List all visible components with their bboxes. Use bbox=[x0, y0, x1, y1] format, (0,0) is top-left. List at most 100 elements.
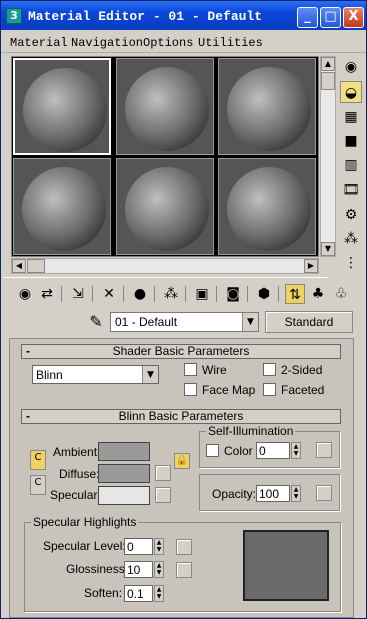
self-illumination-group: Self-Illumination Color 0 ▲ ▼ bbox=[199, 424, 340, 468]
make-copy-icon[interactable]: ● bbox=[130, 284, 150, 304]
horizontal-scrollbar[interactable]: ◀ ▶ bbox=[11, 258, 319, 274]
collapse-icon: - bbox=[26, 344, 30, 358]
highlight-curve-preview bbox=[243, 530, 329, 601]
soften-input[interactable]: 0.1 bbox=[124, 585, 153, 602]
self-illum-color-checkbox[interactable] bbox=[206, 444, 219, 457]
background-icon[interactable]: ▦ bbox=[340, 106, 362, 128]
spinner-icon[interactable]: ▲ ▼ bbox=[291, 442, 301, 459]
put-to-scene-icon[interactable]: ⇄ bbox=[37, 284, 57, 304]
reset-icon[interactable]: ✕ bbox=[99, 284, 119, 304]
blinn-rollout-header[interactable]: - Blinn Basic Parameters bbox=[21, 409, 341, 424]
divider bbox=[247, 286, 248, 302]
make-preview-icon[interactable]: 🎞 bbox=[340, 179, 362, 201]
menu-material[interactable]: Material bbox=[10, 36, 68, 50]
ambient-diffuse-lock-icon[interactable]: C bbox=[30, 450, 46, 470]
spinner-icon[interactable]: ▲ ▼ bbox=[154, 585, 164, 602]
shader-select[interactable]: Blinn ▼ bbox=[32, 365, 159, 384]
material-type-button[interactable]: Standard bbox=[265, 311, 353, 333]
specular-level-map-button[interactable] bbox=[176, 539, 192, 555]
make-unique-icon[interactable]: ⁂ bbox=[161, 284, 181, 304]
show-end-result-icon[interactable]: ⇅ bbox=[285, 284, 305, 304]
menu-utilities[interactable]: Utilities bbox=[198, 36, 263, 50]
material-sphere bbox=[22, 167, 106, 251]
material-id-channel-icon[interactable]: ◙ bbox=[223, 284, 243, 304]
chevron-down-icon[interactable]: ▼ bbox=[142, 366, 158, 383]
sample-slot[interactable] bbox=[218, 158, 316, 255]
self-illum-color-label: Color bbox=[224, 444, 253, 458]
spinner-icon[interactable]: ▲ ▼ bbox=[154, 561, 164, 578]
shader-select-value: Blinn bbox=[36, 368, 63, 382]
parameters-panel: - Shader Basic Parameters Blinn ▼ Wire 2… bbox=[9, 338, 354, 618]
close-button[interactable]: X bbox=[343, 7, 364, 28]
specular-color-swatch[interactable] bbox=[98, 486, 150, 505]
show-map-icon[interactable]: ⬢ bbox=[254, 284, 274, 304]
divider bbox=[92, 286, 93, 302]
sample-slot[interactable] bbox=[13, 158, 111, 255]
divider bbox=[3, 277, 328, 278]
glossiness-input[interactable]: 10 bbox=[124, 561, 153, 578]
specular-label: Specular: bbox=[50, 488, 101, 502]
face-map-checkbox[interactable] bbox=[184, 383, 197, 396]
divider bbox=[216, 286, 217, 302]
lock-icon[interactable]: 🔒 bbox=[174, 453, 190, 469]
faceted-checkbox[interactable] bbox=[263, 383, 276, 396]
get-material-icon[interactable]: ◉ bbox=[15, 284, 35, 304]
wire-checkbox[interactable] bbox=[184, 363, 197, 376]
diffuse-label: Diffuse: bbox=[59, 467, 100, 481]
title-bar[interactable]: 3 Material Editor - 01 - Default _ □ X bbox=[1, 1, 366, 30]
scroll-thumb[interactable] bbox=[27, 259, 45, 273]
go-to-parent-icon[interactable]: ♣ bbox=[308, 284, 328, 304]
diffuse-specular-lock-icon[interactable]: C bbox=[30, 475, 46, 495]
assign-to-selection-icon[interactable]: ⇲ bbox=[68, 284, 88, 304]
app-icon: 3 bbox=[6, 8, 22, 24]
scroll-thumb[interactable] bbox=[321, 72, 335, 90]
diffuse-map-button[interactable] bbox=[155, 465, 171, 481]
scroll-right-icon[interactable]: ▶ bbox=[304, 259, 318, 273]
minimize-button[interactable]: _ bbox=[297, 7, 318, 28]
sample-slot[interactable] bbox=[218, 58, 316, 155]
menu-options[interactable]: Options bbox=[143, 36, 193, 50]
menu-navigation[interactable]: Navigation bbox=[71, 36, 143, 50]
divider bbox=[123, 286, 124, 302]
material-sphere bbox=[125, 167, 209, 251]
scroll-up-icon[interactable]: ▲ bbox=[321, 57, 335, 71]
two-sided-label: 2-Sided bbox=[281, 363, 323, 377]
options-icon[interactable]: ⚙ bbox=[340, 204, 362, 226]
self-illum-value-input[interactable]: 0 bbox=[256, 442, 290, 459]
two-sided-checkbox[interactable] bbox=[263, 363, 276, 376]
go-forward-icon[interactable]: ♧ bbox=[331, 284, 351, 304]
select-by-material-icon[interactable]: ⁂ bbox=[340, 228, 362, 250]
shader-rollout-header[interactable]: - Shader Basic Parameters bbox=[21, 344, 341, 359]
opacity-map-button[interactable] bbox=[316, 485, 332, 501]
sample-slot[interactable] bbox=[116, 158, 214, 255]
sample-type-icon[interactable]: ◉ bbox=[340, 56, 362, 78]
video-color-check-icon[interactable]: ▥ bbox=[340, 154, 362, 176]
material-name-field[interactable]: 01 - Default ▼ bbox=[110, 312, 259, 332]
specular-level-label: Specular Level: bbox=[43, 539, 126, 553]
opacity-input[interactable]: 100 bbox=[256, 485, 290, 502]
spinner-icon[interactable]: ▲ ▼ bbox=[154, 538, 164, 555]
backlight-icon[interactable]: ◒ bbox=[340, 81, 362, 103]
material-navigator-icon[interactable]: ⋮ bbox=[340, 252, 362, 274]
specular-level-input[interactable]: 0 bbox=[124, 538, 153, 555]
ambient-color-swatch[interactable] bbox=[98, 442, 150, 461]
soften-label: Soften: bbox=[84, 586, 123, 600]
vertical-scrollbar[interactable]: ▲ ▼ bbox=[320, 56, 336, 257]
sample-slot[interactable] bbox=[116, 58, 214, 155]
specular-map-button[interactable] bbox=[155, 487, 171, 503]
material-toolbar: ◉ ⇄ ⇲ ✕ ● ⁂ ▣ ◙ ⬢ ⇅ ♣ ♧ bbox=[11, 284, 356, 306]
scroll-left-icon[interactable]: ◀ bbox=[12, 259, 26, 273]
diffuse-color-swatch[interactable] bbox=[98, 464, 150, 483]
sample-slot[interactable] bbox=[13, 58, 111, 155]
scroll-down-icon[interactable]: ▼ bbox=[321, 242, 335, 256]
spinner-icon[interactable]: ▲ ▼ bbox=[291, 485, 301, 502]
self-illum-map-button[interactable] bbox=[316, 442, 332, 458]
chevron-down-icon[interactable]: ▼ bbox=[242, 313, 258, 331]
maximize-button[interactable]: □ bbox=[320, 7, 341, 28]
divider bbox=[61, 286, 62, 302]
put-to-library-icon[interactable]: ▣ bbox=[192, 284, 212, 304]
uv-tiling-icon[interactable]: ■ bbox=[340, 130, 362, 152]
side-toolbar: ◉ ◒ ▦ ■ ▥ 🎞 ⚙ ⁂ ⋮ bbox=[340, 56, 364, 276]
glossiness-map-button[interactable] bbox=[176, 562, 192, 578]
pick-material-icon[interactable]: ✎ bbox=[86, 312, 106, 332]
